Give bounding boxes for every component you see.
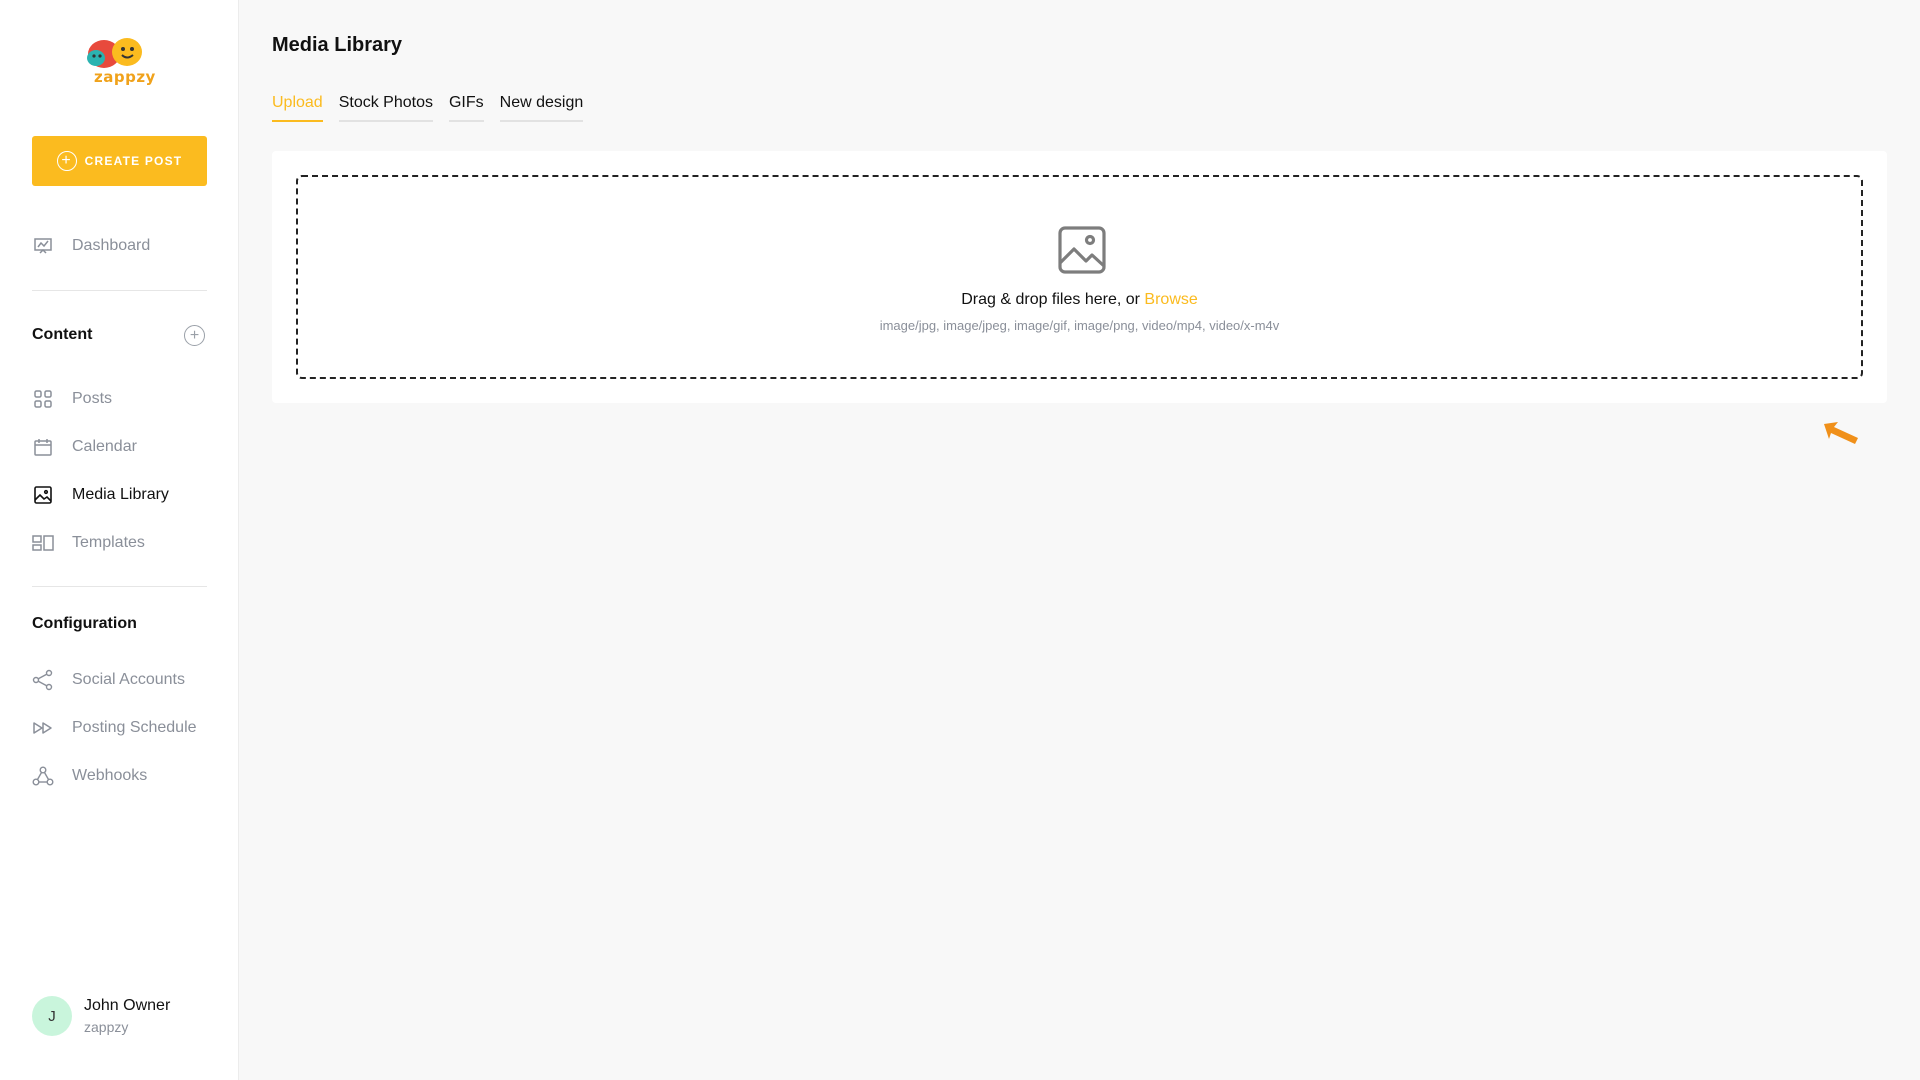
fast-forward-icon — [32, 717, 54, 739]
sidebar-item-social-accounts[interactable]: Social Accounts — [32, 668, 185, 692]
templates-icon — [32, 532, 54, 554]
sidebar-item-calendar[interactable]: Calendar — [32, 435, 137, 459]
share-icon — [32, 669, 54, 691]
sidebar-item-label: Templates — [72, 534, 145, 551]
plus-circle-icon: + — [56, 151, 77, 171]
brand-logo[interactable]: zappzy — [82, 36, 156, 90]
user-name: John Owner — [84, 997, 171, 1014]
sidebar: zappzy + CREATE POST Dashboard Content +… — [0, 0, 239, 1080]
sidebar-item-posting-schedule[interactable]: Posting Schedule — [32, 716, 197, 740]
add-content-button[interactable]: + — [184, 325, 205, 346]
sidebar-item-posts[interactable]: Posts — [32, 387, 112, 411]
sidebar-item-webhooks[interactable]: Webhooks — [32, 764, 147, 788]
sidebar-item-label: Media Library — [72, 486, 169, 503]
sidebar-item-label: Calendar — [72, 438, 137, 455]
sidebar-item-label: Social Accounts — [72, 671, 185, 688]
tab-stock-photos[interactable]: Stock Photos — [338, 94, 433, 122]
webhook-icon — [32, 765, 54, 787]
accepted-file-types: image/jpg, image/jpeg, image/gif, image/… — [879, 318, 1280, 333]
brand-name: zappzy — [94, 68, 156, 86]
divider — [32, 586, 207, 587]
image-upload-icon — [1057, 225, 1107, 275]
grid-icon — [32, 388, 54, 410]
sidebar-item-label: Posts — [72, 390, 113, 407]
upload-dropzone[interactable]: Drag & drop files here, or Browse image/… — [296, 175, 1863, 379]
tab-gifs[interactable]: GIFs — [448, 94, 484, 122]
create-post-button[interactable]: + CREATE POST — [32, 136, 207, 186]
media-tabs: Upload Stock Photos GIFs New design — [272, 94, 584, 122]
calendar-icon — [32, 436, 54, 458]
presentation-chart-icon — [32, 235, 54, 257]
user-org: zappzy — [84, 1019, 129, 1035]
dropzone-instruction: Drag & drop files here, or — [961, 291, 1145, 308]
section-title-content: Content — [32, 326, 93, 343]
user-profile[interactable]: J John Owner zappzy — [32, 996, 170, 1036]
divider — [32, 290, 207, 291]
tab-upload[interactable]: Upload — [272, 94, 323, 122]
sidebar-item-label: Posting Schedule — [72, 719, 197, 736]
section-title-configuration: Configuration — [32, 615, 137, 632]
pointer-arrow-icon — [1824, 422, 1858, 444]
sidebar-item-label: Dashboard — [72, 237, 151, 254]
sidebar-item-dashboard[interactable]: Dashboard — [32, 234, 150, 258]
avatar: J — [32, 996, 72, 1036]
page-title: Media Library — [272, 34, 403, 56]
image-icon — [32, 484, 54, 506]
browse-link[interactable]: Browse — [1144, 291, 1197, 308]
create-post-label: CREATE POST — [84, 154, 183, 168]
sidebar-item-label: Webhooks — [72, 767, 148, 784]
sidebar-item-templates[interactable]: Templates — [32, 531, 145, 555]
dropzone-text: Drag & drop files here, or Browse — [298, 291, 1861, 309]
tab-new-design[interactable]: New design — [499, 94, 584, 122]
upload-card: Drag & drop files here, or Browse image/… — [272, 151, 1887, 403]
sidebar-item-media-library[interactable]: Media Library — [32, 483, 169, 507]
plus-icon: + — [189, 326, 200, 344]
